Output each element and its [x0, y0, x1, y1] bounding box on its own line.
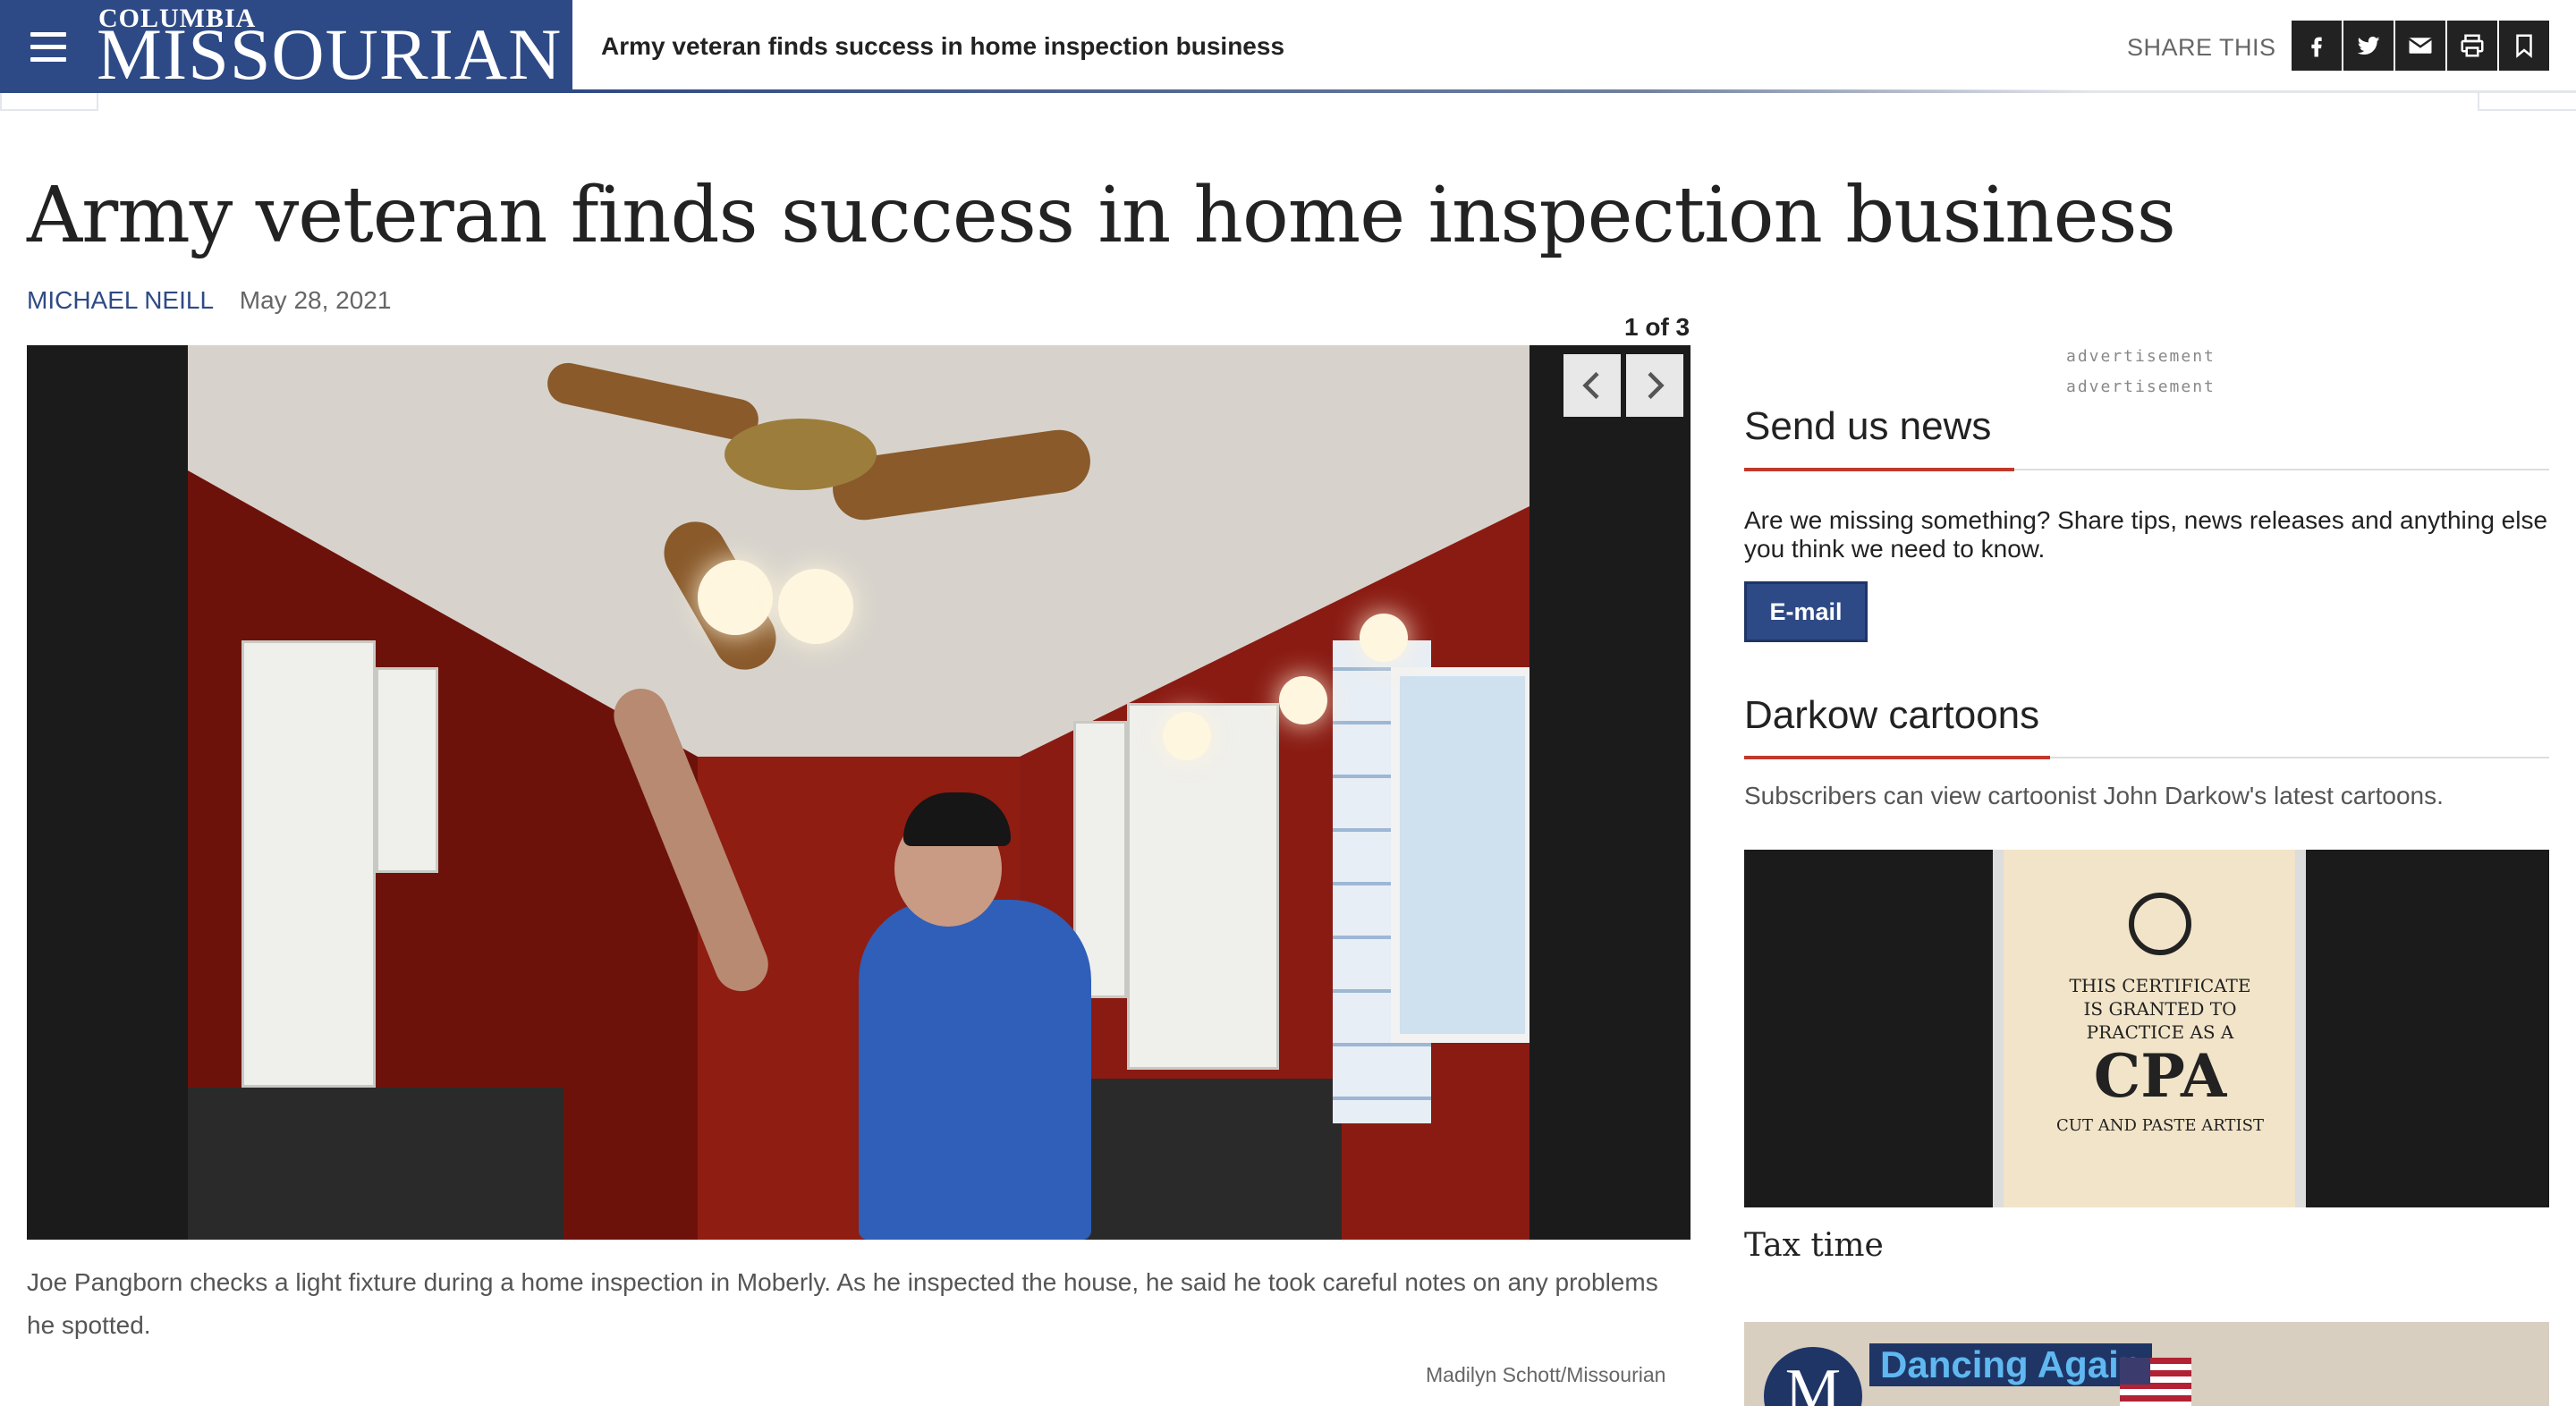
email-button[interactable]: E-mail	[1744, 581, 1868, 642]
byline: MICHAEL NEILL May 28, 2021	[27, 286, 391, 315]
send-news-text: Are we missing something? Share tips, ne…	[1744, 506, 2548, 563]
advertisement-label: advertisement	[2066, 377, 2216, 396]
brand-block[interactable]: COLUMBIA MISSOURIAN	[0, 0, 572, 93]
share-label: SHARE THIS	[2127, 34, 2276, 61]
photo-credit: Madilyn Schott/Missourian	[1426, 1363, 1666, 1386]
gallery-next-button[interactable]	[1626, 354, 1683, 417]
cartoon-line: THIS CERTIFICATE	[2069, 975, 2251, 996]
darkow-title: Darkow cartoons	[1744, 693, 2040, 737]
cartoon-line: CUT AND PASTE ARTIST	[2056, 1116, 2264, 1135]
email-icon[interactable]	[2395, 21, 2445, 71]
facebook-icon[interactable]	[2292, 21, 2342, 71]
sticky-headline: Army veteran finds success in home inspe…	[601, 32, 1285, 60]
send-news-title: Send us news	[1744, 404, 1992, 448]
chevron-right-icon	[1648, 371, 1665, 400]
share-toolbar	[2292, 21, 2549, 71]
missourian-logo-icon: M	[1764, 1347, 1862, 1406]
gallery-photo[interactable]	[27, 345, 1690, 1240]
cartoon-certificate: THIS CERTIFICATE IS GRANTED TO PRACTICE …	[1993, 850, 2306, 1207]
chevron-left-icon	[1582, 371, 1599, 400]
publish-date: May 28, 2021	[239, 286, 392, 314]
header-divider-left	[0, 93, 98, 111]
cartoon-line: CPA	[2093, 1041, 2227, 1111]
menu-icon[interactable]	[30, 32, 66, 63]
send-news-rule	[1744, 468, 2549, 471]
twitter-icon[interactable]	[2343, 21, 2394, 71]
photo-scene	[188, 345, 1530, 1240]
photo-caption: Joe Pangborn checks a light fixture duri…	[27, 1268, 1658, 1339]
cartoon-caption[interactable]: Tax time	[1744, 1227, 1884, 1264]
flag-icon	[2120, 1358, 2191, 1406]
advertisement-label: advertisement	[2066, 347, 2216, 366]
bookmark-icon[interactable]	[2499, 21, 2549, 71]
sticky-header: COLUMBIA MISSOURIAN Army veteran finds s…	[0, 0, 2576, 93]
author-link[interactable]: MICHAEL NEILL	[27, 286, 213, 314]
seal-icon	[2129, 893, 2191, 955]
promo-title: Dancing Again	[1869, 1343, 2153, 1386]
header-divider-right	[2478, 93, 2576, 111]
promo-video[interactable]: M Dancing Again	[1744, 1322, 2549, 1406]
cartoon-line: PRACTICE AS A	[2086, 1021, 2234, 1043]
cartoon-image[interactable]: THIS CERTIFICATE IS GRANTED TO PRACTICE …	[1744, 850, 2549, 1207]
gallery-counter: 1 of 3	[1624, 313, 1690, 341]
progress-underline	[572, 89, 2093, 93]
print-icon[interactable]	[2447, 21, 2497, 71]
brand-logo-text[interactable]: MISSOURIAN	[97, 18, 562, 91]
cartoon-line: IS GRANTED TO	[2083, 998, 2237, 1020]
article-headline: Army veteran finds success in home inspe…	[27, 171, 2176, 260]
darkow-text: Subscribers can view cartoonist John Dar…	[1744, 782, 2444, 809]
darkow-rule	[1744, 756, 2549, 759]
gallery-prev-button[interactable]	[1563, 354, 1621, 417]
